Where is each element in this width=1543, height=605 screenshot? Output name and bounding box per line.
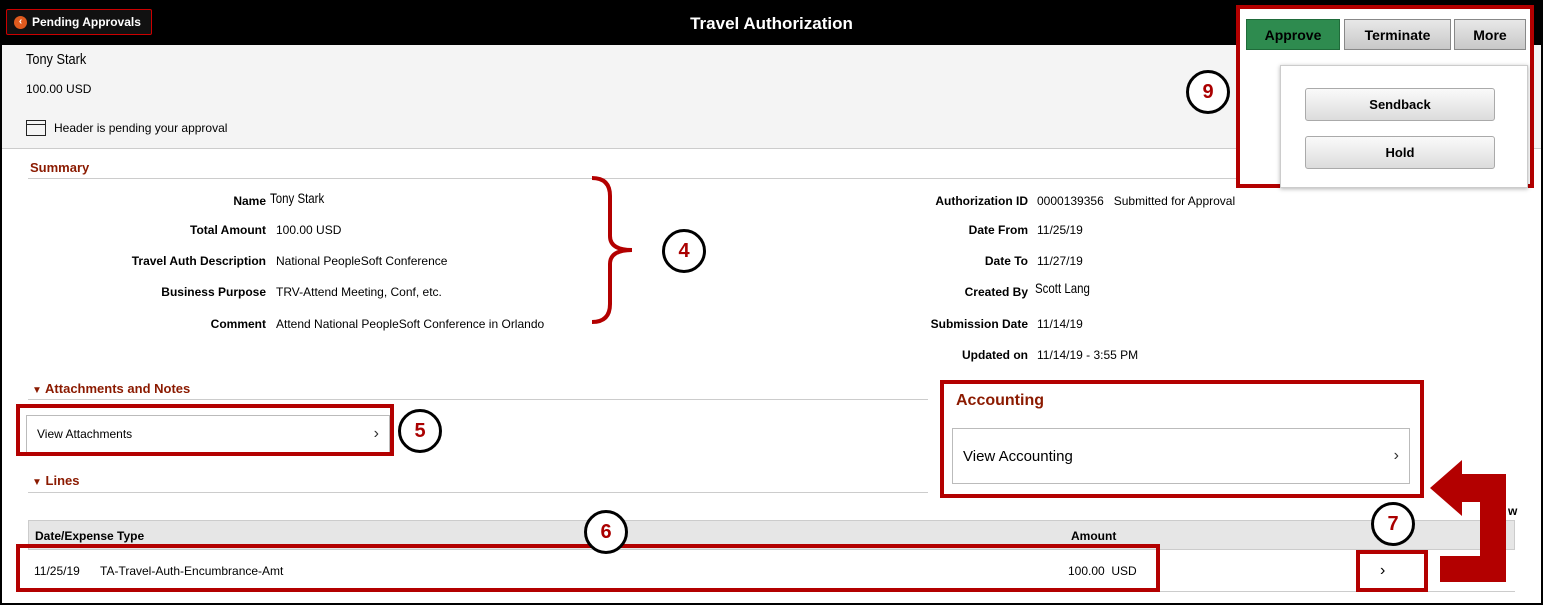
screenshot-border [0, 0, 1543, 605]
